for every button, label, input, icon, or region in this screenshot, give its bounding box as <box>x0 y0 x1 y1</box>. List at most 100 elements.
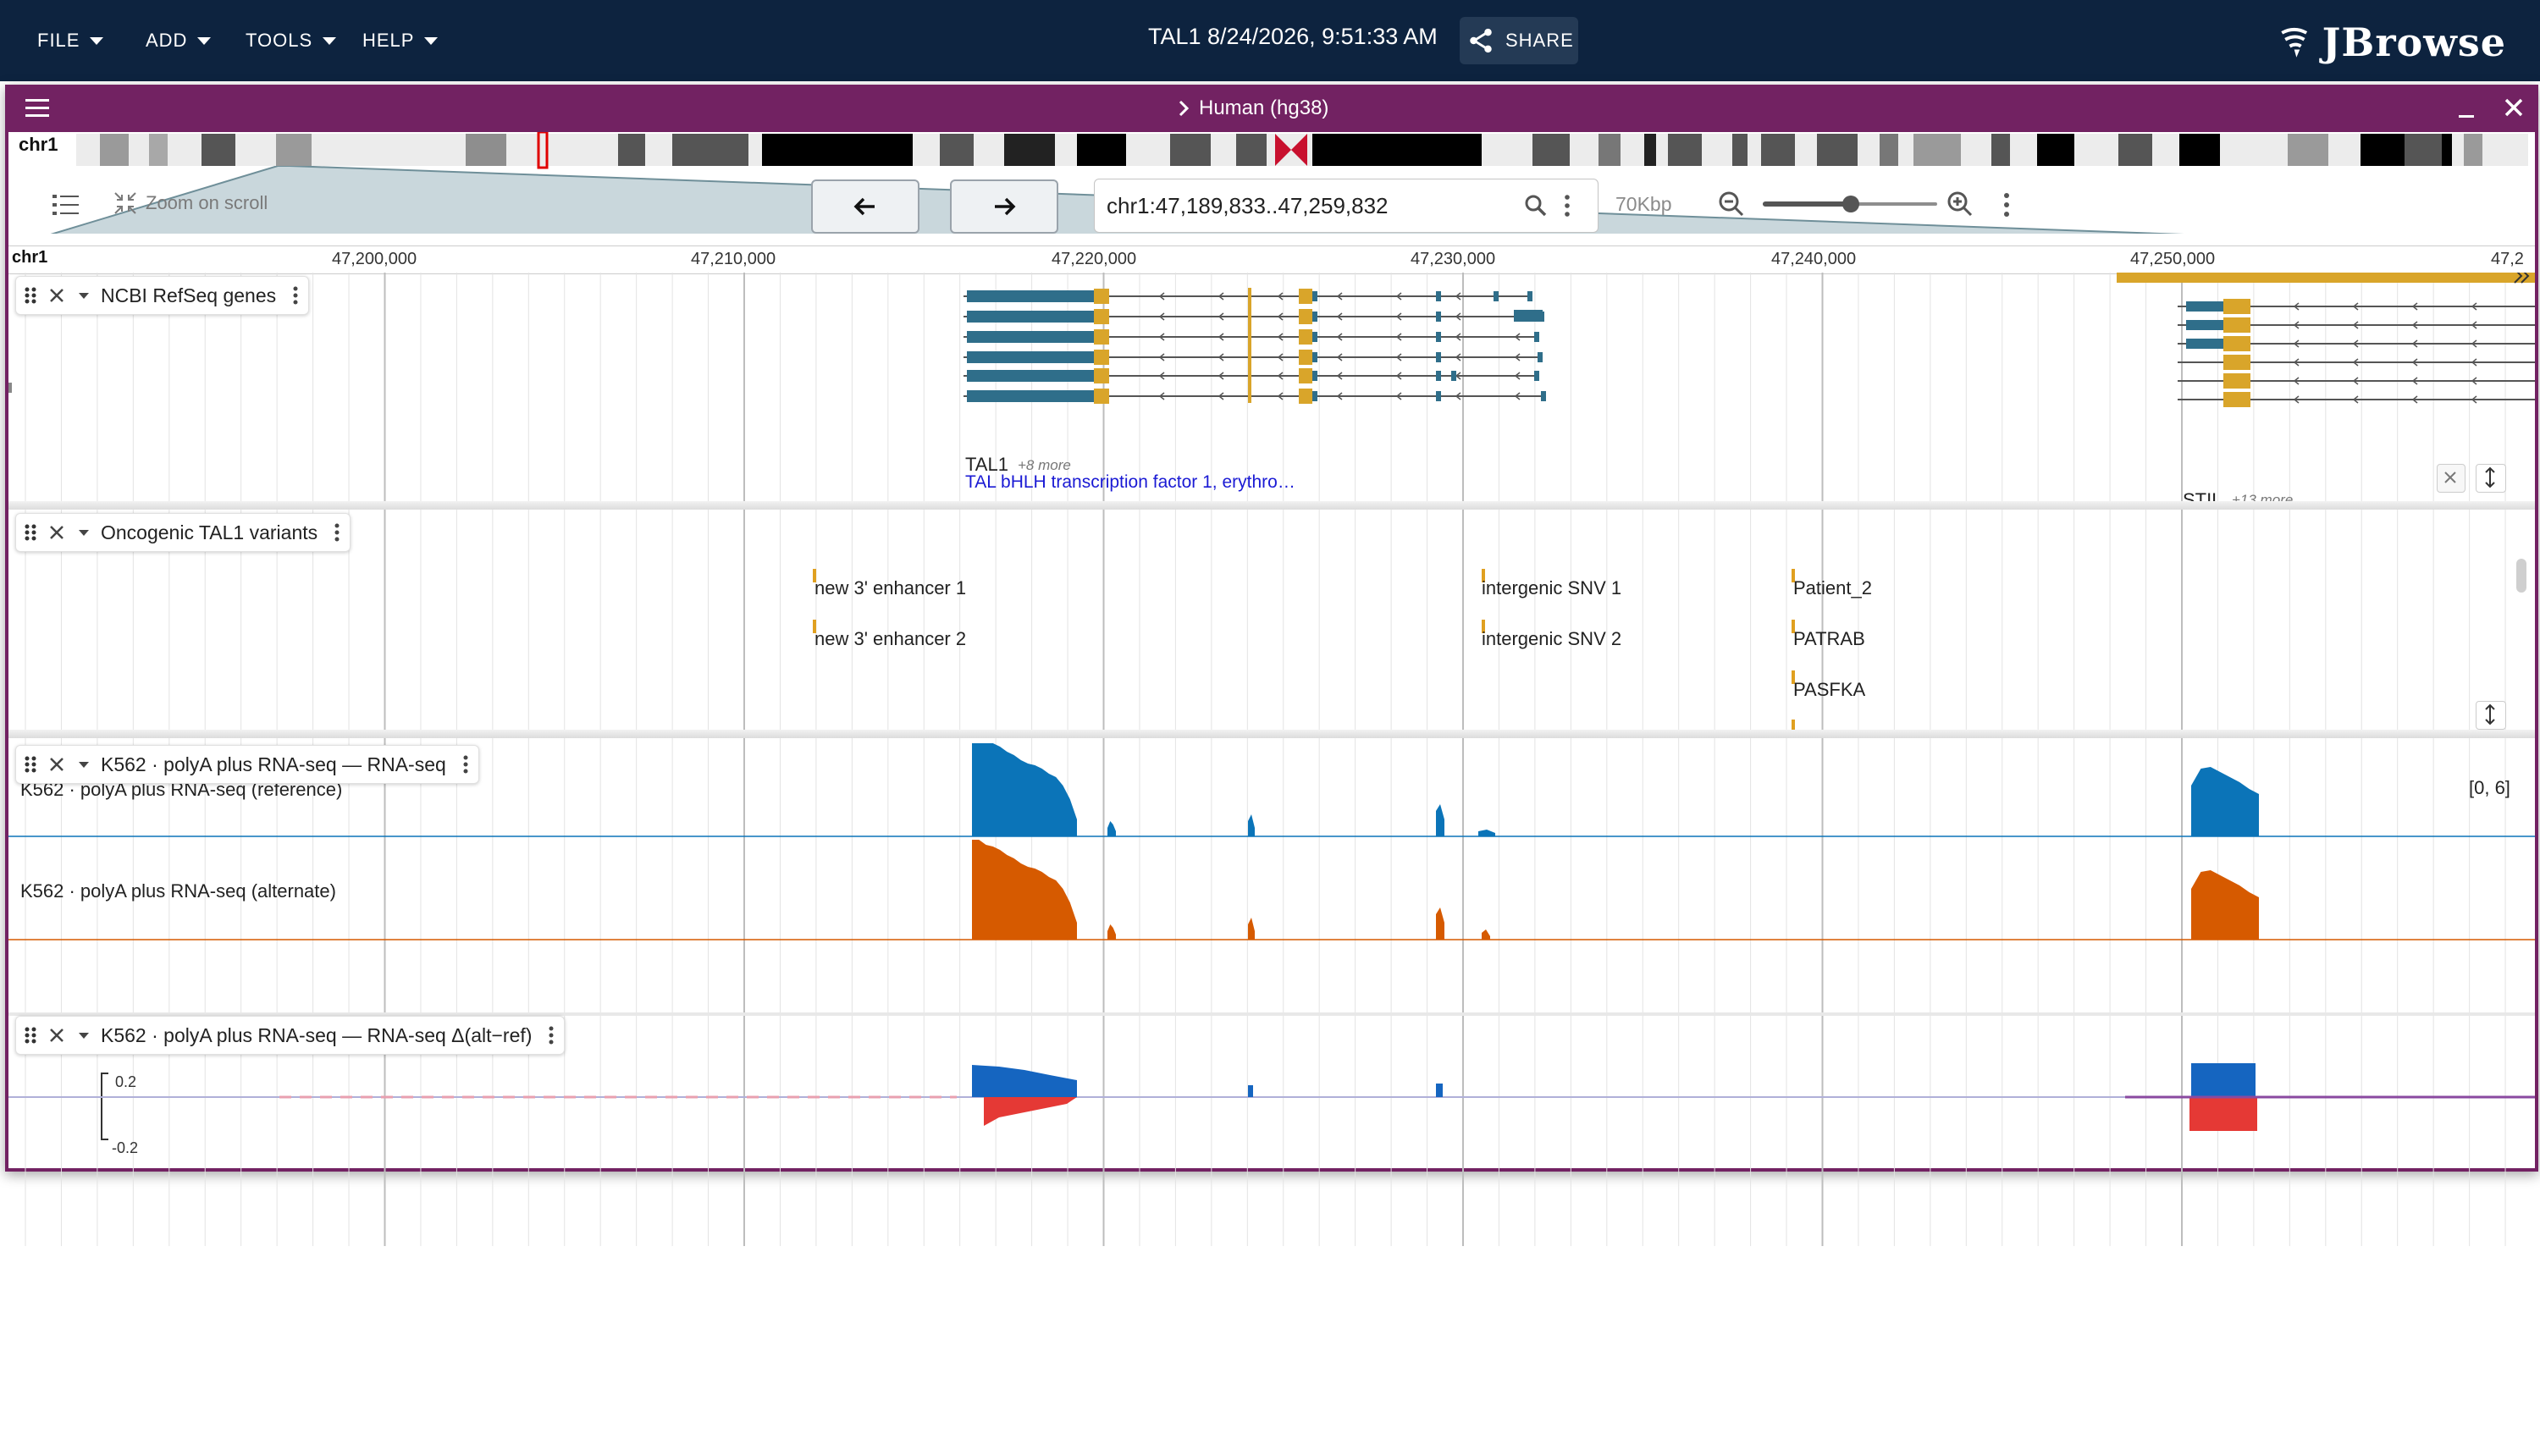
app-toolbar: FILE ADD TOOLS HELP TAL1 8/24/2026, 9:51… <box>0 0 2540 81</box>
zoom-in-icon[interactable] <box>1946 190 1974 218</box>
variant-label[interactable]: intergenic SNV 2 <box>1482 628 1621 650</box>
gene-features[interactable] <box>8 273 2535 501</box>
exon-utr <box>1538 352 1543 362</box>
drag-handle-icon[interactable] <box>21 753 40 775</box>
close-track-icon[interactable] <box>47 1025 67 1045</box>
view-options-icon[interactable] <box>2002 191 2012 218</box>
caret-down-icon[interactable] <box>75 524 92 541</box>
track-scrollbar[interactable] <box>2516 559 2526 593</box>
track-rnaseq: K562 · polyA plus RNA-seq (reference) K5… <box>8 743 2535 997</box>
track-menu-icon[interactable] <box>461 753 470 775</box>
menu-tools[interactable]: TOOLS <box>246 0 337 81</box>
ruler-tick-label: 47,220,000 <box>1052 250 1137 268</box>
exon-cds <box>2223 299 2250 314</box>
track-title: Oncogenic TAL1 variants <box>101 521 318 543</box>
zoom-out-icon[interactable] <box>1717 190 1746 218</box>
track-separator[interactable] <box>8 501 2535 510</box>
ideogram-bands[interactable] <box>8 132 2535 169</box>
jbrowse-logo-icon <box>2281 27 2308 58</box>
location-input[interactable] <box>1105 188 1515 223</box>
resize-height-button[interactable] <box>2476 464 2506 493</box>
location-search-box[interactable] <box>1094 179 1599 233</box>
exon-cds <box>2223 317 2250 333</box>
close-track-icon[interactable] <box>47 285 67 306</box>
menu-help[interactable]: HELP <box>362 0 439 81</box>
refseq-track-header[interactable]: NCBI RefSeq genes <box>15 276 310 315</box>
variant-label[interactable]: intergenic SNV 1 <box>1482 577 1621 599</box>
coverage-peak <box>1436 804 1444 836</box>
location-more-icon[interactable] <box>1562 193 1572 218</box>
track-separator[interactable] <box>8 730 2535 738</box>
variant-label[interactable]: new 3' enhancer 2 <box>814 628 966 650</box>
track-selector-icon[interactable] <box>51 191 81 218</box>
gene2-label[interactable]: STIL <box>2183 491 2222 501</box>
zoom-slider[interactable] <box>1763 191 1937 217</box>
variant-features[interactable] <box>8 510 2535 730</box>
exon-utr <box>2186 339 2223 349</box>
zoom-on-scroll-toggle[interactable]: Zoom on scroll <box>112 190 268 217</box>
track-menu-icon[interactable] <box>547 1024 555 1046</box>
session-title[interactable]: TAL1 8/24/2026, 9:51:33 AM <box>1148 24 1438 50</box>
ideogram-band <box>2405 134 2442 166</box>
ruler[interactable]: chr1 47,200,000 47,210,000 47,220,000 47… <box>8 245 2535 274</box>
variants-track-header[interactable]: Oncogenic TAL1 variants <box>15 513 351 552</box>
variant-label[interactable]: Patient_2 <box>1793 577 1872 599</box>
scroll-back-button[interactable] <box>811 179 919 234</box>
exon-utr <box>1436 391 1441 401</box>
close-view-icon[interactable] <box>2501 95 2526 120</box>
ideogram-band <box>1817 134 1858 166</box>
collapse-height-button[interactable] <box>2437 464 2465 493</box>
ideogram-band <box>100 134 129 166</box>
exon-utr <box>967 370 1094 382</box>
menu-tools-label: TOOLS <box>246 30 313 51</box>
exon-cds <box>1248 288 1251 403</box>
ideogram-band <box>149 134 168 166</box>
share-button[interactable]: SHARE <box>1460 17 1578 64</box>
delta-max-label: 0.2 <box>115 1073 137 1090</box>
scroll-forward-button[interactable] <box>950 179 1058 234</box>
variant-label[interactable]: PASFKA <box>1793 679 1865 701</box>
rnaseq-track-header[interactable]: K562 · polyA plus RNA-seq — RNA-seq <box>15 745 479 784</box>
ideogram-band <box>940 134 974 166</box>
ruler-tick-label: 47,240,000 <box>1771 250 1857 268</box>
variant-label[interactable]: new 3' enhancer 1 <box>814 577 966 599</box>
chromosome-ideogram[interactable]: chr1 <box>8 132 2535 169</box>
track-title: NCBI RefSeq genes <box>101 284 277 306</box>
compress-icon <box>114 192 136 214</box>
delta-track-header[interactable]: K562 · polyA plus RNA-seq — RNA-seq Δ(al… <box>15 1016 566 1055</box>
score-range-label: [0, 6] <box>2469 777 2510 798</box>
track-menu-icon[interactable] <box>333 521 341 543</box>
menu-add[interactable]: ADD <box>146 0 212 81</box>
zoom-slider-thumb[interactable] <box>1842 196 1859 212</box>
hamburger-menu-icon[interactable] <box>24 96 52 121</box>
minimize-icon[interactable] <box>2454 97 2479 122</box>
caret-down-icon[interactable] <box>75 756 92 773</box>
ruler-tick-label: 47,250,000 <box>2130 250 2216 268</box>
close-track-icon[interactable] <box>47 522 67 543</box>
offscreen-feature <box>8 383 12 393</box>
search-icon[interactable] <box>1523 193 1549 218</box>
caret-down-icon[interactable] <box>75 287 92 304</box>
ideogram-band <box>1312 134 1482 166</box>
close-track-icon[interactable] <box>47 754 67 775</box>
exon-utr <box>967 390 1094 402</box>
coverage-peak <box>972 743 1077 836</box>
exon-utr <box>967 290 1094 302</box>
drag-handle-icon[interactable] <box>21 521 40 543</box>
drag-handle-icon[interactable] <box>21 1024 40 1046</box>
resize-height-button[interactable] <box>2476 701 2506 730</box>
exon-cds <box>1299 368 1312 383</box>
caret-down-icon[interactable] <box>75 1027 92 1044</box>
exon-cds <box>1299 329 1312 345</box>
exon-cds <box>1094 350 1109 365</box>
track-menu-icon[interactable] <box>291 284 300 306</box>
variant-label[interactable]: PATRAB <box>1793 628 1865 650</box>
ideogram-band <box>762 134 913 166</box>
caret-down-icon <box>323 36 337 45</box>
menu-file[interactable]: FILE <box>37 0 104 81</box>
ideogram-band <box>1880 134 1898 166</box>
drag-handle-icon[interactable] <box>21 284 40 306</box>
exon-utr <box>967 311 1094 323</box>
ruler-chrom-label: chr1 <box>12 248 48 267</box>
ideogram-band <box>1644 134 1656 166</box>
